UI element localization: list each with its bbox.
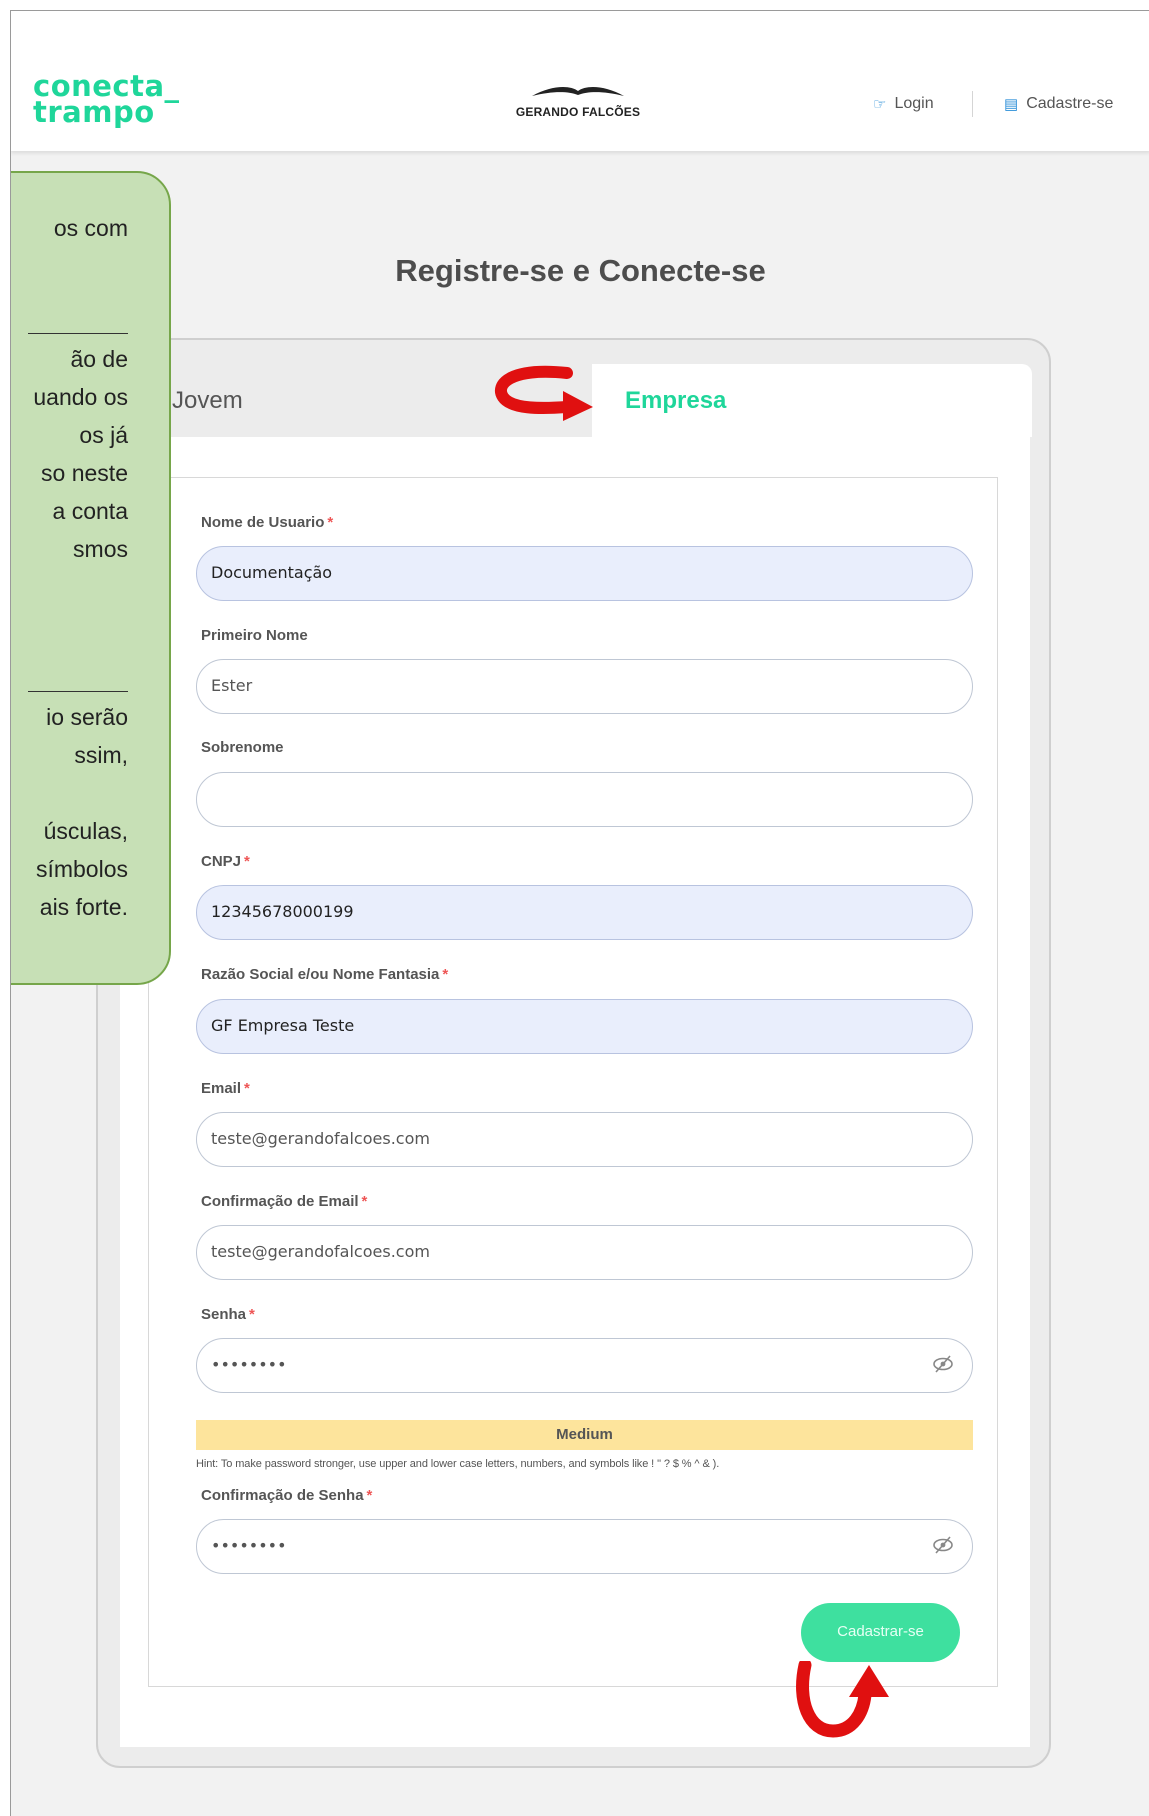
note-line: os já [79, 422, 128, 448]
password-strength-meter: Medium [196, 1420, 973, 1450]
register-submit-button[interactable]: Cadastrar-se [801, 1603, 960, 1662]
note-line: a conta [52, 498, 128, 524]
last-name-label: Sobrenome [201, 739, 284, 756]
note-divider [28, 691, 128, 692]
eye-slash-icon[interactable] [932, 1535, 954, 1560]
page: conecta_ trampo GERANDO FALCÕES ☞ Login … [10, 10, 1149, 1816]
password-input[interactable]: •••••••• [196, 1338, 973, 1393]
note-line: io serão [46, 704, 128, 730]
nav-divider [972, 91, 973, 117]
note-line: os com [53, 215, 128, 241]
password-hint: Hint: To make password stronger, use upp… [196, 1458, 720, 1470]
tab-annotation-arrow-icon [495, 365, 593, 421]
screenshot: conecta_ trampo GERANDO FALCÕES ☞ Login … [0, 0, 1149, 1816]
email-confirm-label: Confirmação de Email * [201, 1193, 368, 1210]
password-confirm-value: •••••••• [211, 1536, 287, 1555]
callout-note: os com ão de uando os os já so neste a c… [11, 171, 171, 985]
company-name-input[interactable]: GF Empresa Teste [196, 999, 973, 1054]
note-line: símbolos [35, 856, 128, 882]
first-name-label: Primeiro Nome [201, 627, 308, 644]
password-confirm-label: Confirmação de Senha * [201, 1487, 373, 1504]
password-value: •••••••• [211, 1355, 287, 1374]
note-line: úsculas, [43, 818, 128, 844]
note-line: ão de [70, 346, 128, 372]
eye-slash-icon[interactable] [932, 1354, 954, 1379]
nav-register-link[interactable]: ▤ Cadastre-se [1004, 95, 1113, 113]
password-label: Senha * [201, 1306, 255, 1323]
first-name-input[interactable]: Ester [196, 659, 973, 714]
note-line: ais forte. [39, 894, 128, 920]
nav-register-label: Cadastre-se [1026, 95, 1114, 112]
last-name-input[interactable] [196, 772, 973, 827]
conecta-trampo-logo[interactable]: conecta_ trampo [33, 72, 180, 127]
gerando-falcoes-brand[interactable]: GERANDO FALCÕES [498, 83, 658, 119]
id-card-icon: ▤ [1004, 96, 1019, 113]
nav-login-label: Login [894, 95, 934, 112]
note-line: ssim, [74, 742, 128, 768]
username-label: Nome de Usuario * [201, 514, 334, 531]
nav-login-link[interactable]: ☞ Login [873, 95, 934, 113]
cnpj-input[interactable]: 12345678000199 [196, 885, 973, 940]
email-input[interactable]: teste@gerandofalcoes.com [196, 1112, 973, 1167]
note-line: smos [73, 536, 128, 562]
note-divider [28, 333, 128, 334]
note-line: so neste [41, 460, 128, 486]
note-line: uando os [33, 384, 128, 410]
hand-pointer-icon: ☞ [873, 96, 887, 113]
email-confirm-input[interactable]: teste@gerandofalcoes.com [196, 1225, 973, 1280]
tab-empresa[interactable]: Empresa [592, 364, 1032, 437]
cnpj-label: CNPJ * [201, 853, 250, 870]
company-name-label: Razão Social e/ou Nome Fantasia * [201, 966, 449, 983]
button-annotation-arrow-icon [796, 1661, 889, 1738]
password-confirm-input[interactable]: •••••••• [196, 1519, 973, 1574]
top-navbar: conecta_ trampo GERANDO FALCÕES ☞ Login … [11, 11, 1149, 151]
email-label: Email * [201, 1080, 250, 1097]
username-input[interactable]: Documentação [196, 546, 973, 601]
page-title: Registre-se e Conecte-se [395, 253, 766, 288]
falcon-wings-icon [532, 86, 624, 96]
brand-name: GERANDO FALCÕES [515, 105, 641, 119]
